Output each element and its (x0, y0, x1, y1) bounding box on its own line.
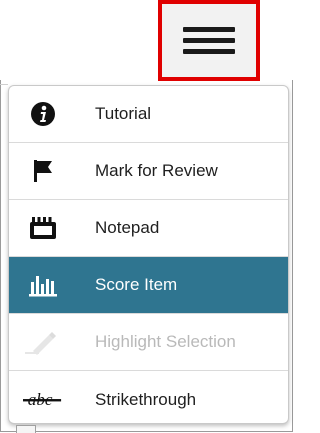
menu-item-notepad[interactable]: Notepad (9, 200, 288, 257)
menu-item-label: Notepad (95, 218, 160, 237)
menu-item-score-item[interactable]: Score Item (9, 257, 288, 314)
strikethrough-abc-icon: abc (23, 385, 63, 415)
menu-item-label: Tutorial (95, 104, 152, 123)
hamburger-menu-icon (183, 27, 235, 32)
info-circle-icon (23, 99, 63, 129)
menu-button-highlight (158, 0, 260, 81)
tools-menu: Tutorial Mark for Review Notepad Score I… (8, 85, 289, 424)
menu-item-highlight-selection[interactable]: Highlight Selection (9, 314, 288, 371)
menu-item-label: Highlight Selection (95, 332, 236, 351)
background-divider (0, 84, 8, 85)
bar-chart-icon (23, 270, 63, 300)
menu-item-strikethrough[interactable]: abc Strikethrough (9, 371, 288, 423)
menu-item-tutorial[interactable]: Tutorial (9, 86, 288, 143)
menu-item-mark-for-review[interactable]: Mark for Review (9, 143, 288, 200)
menu-item-label: Score Item (95, 275, 178, 294)
menu-item-label: Strikethrough (95, 389, 197, 409)
notepad-icon (23, 213, 63, 243)
highlighter-icon (23, 327, 63, 357)
menu-button[interactable] (181, 18, 237, 64)
menu-item-label: Mark for Review (95, 161, 218, 180)
flag-icon (23, 156, 63, 186)
